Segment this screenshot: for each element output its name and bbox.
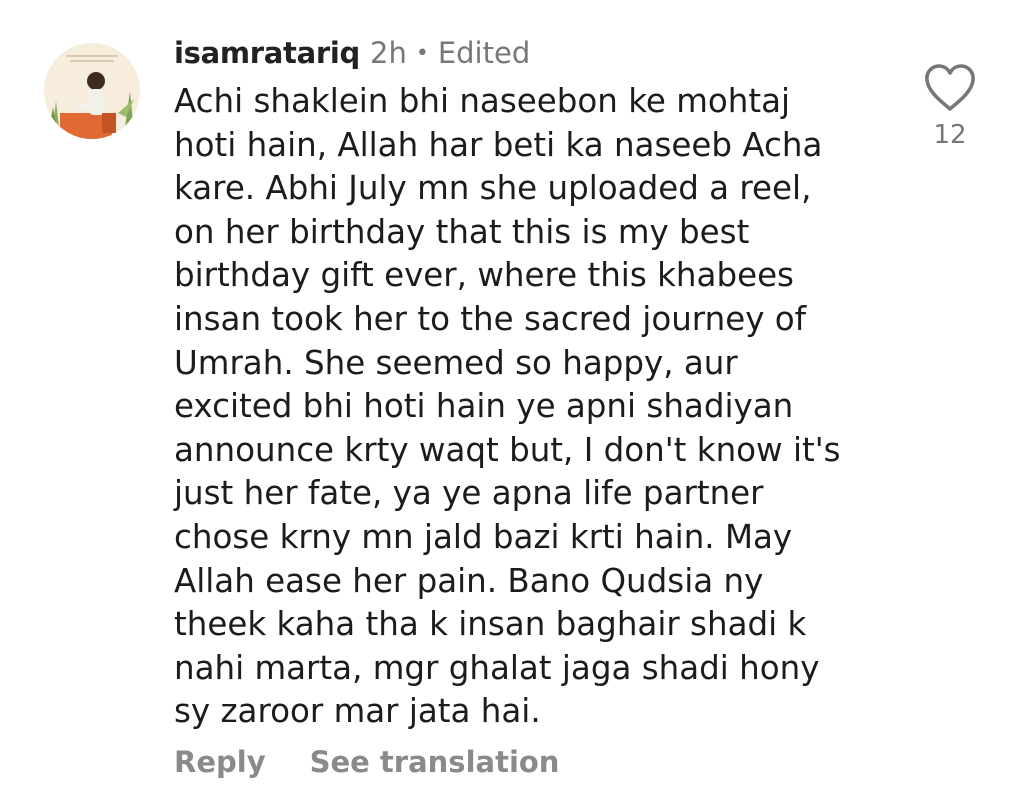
timestamp: 2h bbox=[370, 36, 407, 70]
like-button[interactable] bbox=[922, 62, 978, 114]
like-count: 12 bbox=[933, 120, 967, 150]
comment-actions: Reply See translation bbox=[174, 745, 559, 779]
comment-line: Allah ease her pain. Bano Qudsia ny bbox=[174, 561, 764, 600]
comment-line: nahi marta, mgr ghalat jaga shadi hony bbox=[174, 648, 820, 687]
comment-line: on her birthday that this is my best bbox=[174, 212, 750, 251]
comment-line: birthday gift ever, where this khabees bbox=[174, 256, 794, 295]
comment-line: hoti hain, Allah har beti ka naseeb Acha bbox=[174, 125, 823, 164]
edited-label: Edited bbox=[437, 36, 531, 70]
comment-line: chose krny mn jald bazi krti hain. May bbox=[174, 517, 793, 556]
heart-outline-icon bbox=[925, 64, 975, 111]
comment-line: Umrah. She seemed so happy, aur bbox=[174, 343, 738, 382]
comment-header: isamratariq 2h • Edited bbox=[174, 33, 530, 73]
comment-line: insan took her to the sacred journey of bbox=[174, 299, 807, 338]
avatar-image bbox=[44, 43, 140, 139]
comment-line: Achi shaklein bhi naseebon ke mohtaj bbox=[174, 82, 791, 120]
comment-line: kare. Abhi July mn she uploaded a reel, bbox=[174, 169, 812, 208]
comment-line: just her fate, ya ye apna life partner bbox=[174, 474, 764, 513]
username[interactable]: isamratariq bbox=[174, 36, 360, 70]
reply-button[interactable]: Reply bbox=[174, 745, 266, 779]
comment-body: Achi shaklein bhi naseebon ke mohtaj hot… bbox=[174, 80, 894, 734]
avatar[interactable] bbox=[44, 43, 140, 139]
comment-line: excited bhi hoti hain ye apni shadiyan bbox=[174, 387, 794, 426]
comment-line: sy zaroor mar jata hai. bbox=[174, 692, 541, 731]
comment-line: announce krty waqt but, I don't know it'… bbox=[174, 430, 841, 469]
see-translation-button[interactable]: See translation bbox=[310, 745, 560, 779]
comment-line: theek kaha tha k insan baghair shadi k bbox=[174, 605, 807, 644]
separator-dot: • bbox=[415, 40, 429, 66]
